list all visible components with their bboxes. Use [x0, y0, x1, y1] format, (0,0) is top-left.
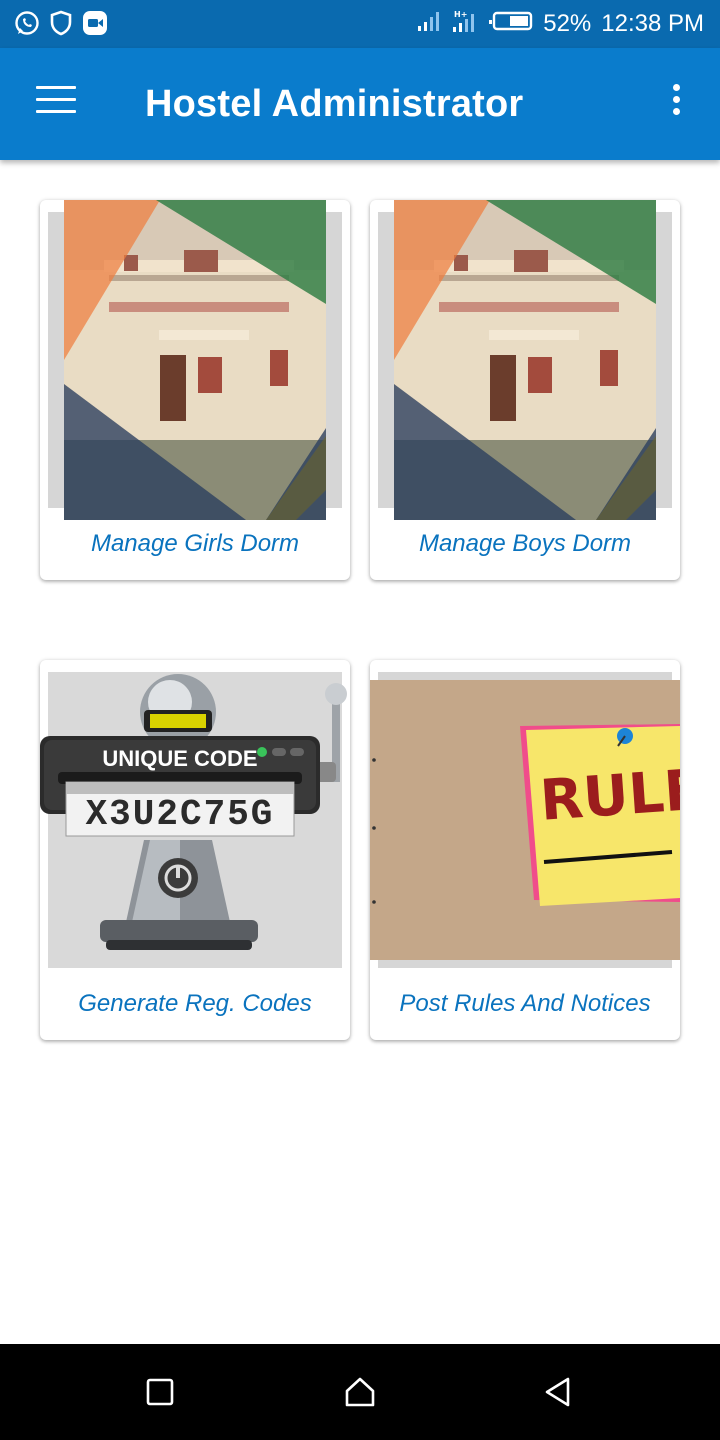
- card-label: Manage Girls Dorm: [90, 530, 300, 557]
- video-call-icon: [82, 10, 108, 36]
- manage-boys-dorm-card[interactable]: Manage Boys Dorm: [370, 200, 680, 580]
- status-indicators: H+ 52% 12:38 PM: [417, 8, 704, 40]
- page-title: Hostel Administrator: [145, 83, 524, 125]
- hostel-building-image: [64, 200, 326, 520]
- generate-reg-codes-card[interactable]: UNIQUE CODE X3U2C75G Generate Reg. Codes: [40, 660, 350, 1040]
- signal-icon: [417, 10, 441, 39]
- signal-hplus-icon: H+: [451, 9, 479, 40]
- hamburger-menu-icon[interactable]: [36, 86, 76, 122]
- shield-icon: [48, 10, 74, 36]
- svg-text:H+: H+: [454, 10, 467, 19]
- app-bar: Hostel Administrator: [0, 48, 720, 160]
- back-triangle-icon[interactable]: [538, 1372, 578, 1412]
- clock: 12:38 PM: [601, 10, 704, 37]
- machine-title-text: UNIQUE CODE: [102, 746, 258, 771]
- whatsapp-icon: [14, 10, 40, 36]
- post-rules-notices-card[interactable]: RULES Post Rules And Notices: [370, 660, 680, 1040]
- status-bar: H+ 52% 12:38 PM: [0, 0, 720, 48]
- notification-icons: [14, 10, 108, 36]
- more-vert-icon[interactable]: [664, 84, 688, 124]
- machine-code-text: X3U2C75G: [85, 794, 275, 835]
- card-label: Manage Boys Dorm: [418, 530, 632, 557]
- card-label: Post Rules And Notices: [399, 990, 651, 1017]
- system-nav-bar: [0, 1344, 720, 1440]
- battery-percent: 52%: [543, 10, 592, 37]
- manage-girls-dorm-card[interactable]: Manage Girls Dorm: [40, 200, 350, 580]
- battery-icon: [489, 10, 533, 39]
- card-label: Generate Reg. Codes: [78, 990, 312, 1017]
- rules-note-text: RULES: [537, 754, 680, 834]
- recents-square-icon[interactable]: [140, 1372, 180, 1412]
- hostel-building-image: [394, 200, 656, 520]
- home-icon[interactable]: [340, 1372, 380, 1412]
